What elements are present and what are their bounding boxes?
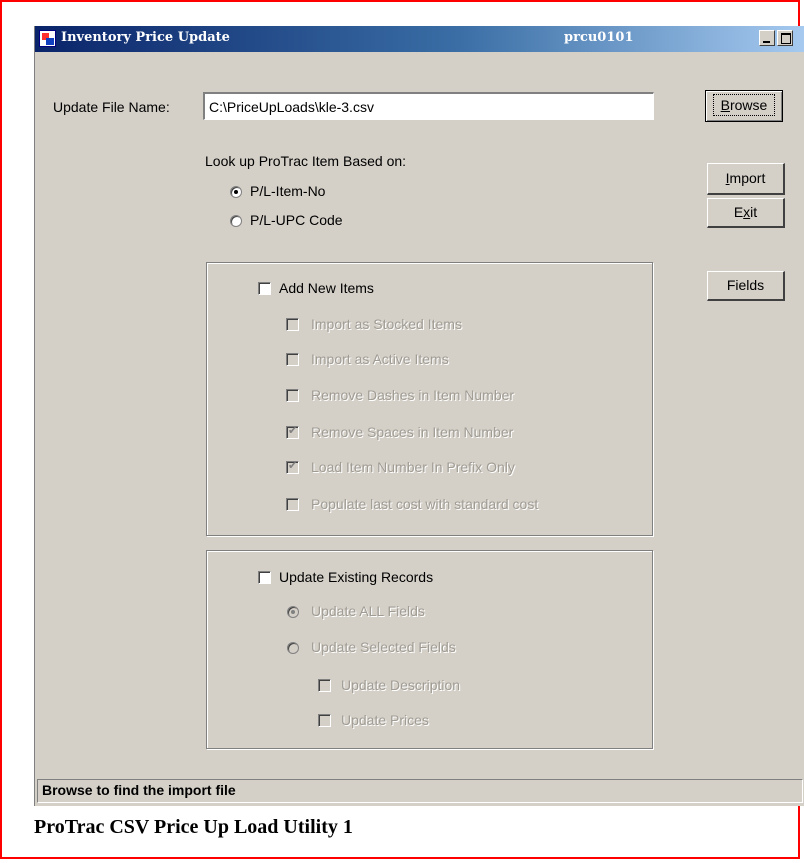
import-active-label: Import as Active Items <box>311 351 449 367</box>
app-icon <box>39 30 56 47</box>
update-description-label: Update Description <box>341 677 461 693</box>
update-existing-label: Update Existing Records <box>279 569 434 585</box>
import-stocked-checkbox[interactable] <box>286 318 299 331</box>
update-description-checkbox[interactable] <box>318 679 331 692</box>
lookup-heading: Look up ProTrac Item Based on: <box>205 153 407 169</box>
update-all-fields-label: Update ALL Fields <box>311 603 425 619</box>
exit-button[interactable]: Exit <box>707 198 785 228</box>
add-new-items-label: Add New Items <box>279 280 374 296</box>
update-all-fields-radio[interactable] <box>287 606 299 618</box>
populate-last-cost-checkbox[interactable] <box>286 498 299 511</box>
populate-last-cost-label: Populate last cost with standard cost <box>311 496 539 512</box>
update-selected-fields-radio[interactable] <box>287 642 299 654</box>
file-name-label: Update File Name: <box>53 99 170 115</box>
minimize-button[interactable] <box>759 30 775 46</box>
remove-spaces-label: Remove Spaces in Item Number <box>311 424 514 440</box>
radio-item-no-label: P/L-Item-No <box>250 183 326 199</box>
prefix-only-label: Load Item Number In Prefix Only <box>311 459 515 475</box>
update-prices-label: Update Prices <box>341 712 429 728</box>
radio-upc-code[interactable] <box>230 215 242 227</box>
remove-dashes-checkbox[interactable] <box>286 389 299 402</box>
import-button[interactable]: Import <box>707 163 785 195</box>
title-bar[interactable]: Inventory Price Update prcu0101 <box>35 26 804 52</box>
maximize-button[interactable] <box>777 30 793 46</box>
program-code: prcu0101 <box>564 30 634 45</box>
update-prices-checkbox[interactable] <box>318 714 331 727</box>
inventory-price-update-window: Inventory Price Update prcu0101 Update F… <box>34 26 804 806</box>
remove-spaces-checkbox[interactable]: ✔ <box>286 425 299 439</box>
file-name-input[interactable] <box>203 92 654 120</box>
figure-caption: ProTrac CSV Price Up Load Utility 1 <box>34 816 353 838</box>
radio-upc-code-label: P/L-UPC Code <box>250 212 343 228</box>
check-mark-icon: ✔ <box>288 425 298 437</box>
import-stocked-label: Import as Stocked Items <box>311 316 462 332</box>
add-new-items-checkbox[interactable] <box>258 282 271 295</box>
browse-button[interactable]: Browse <box>705 90 783 122</box>
radio-item-no[interactable] <box>230 186 242 198</box>
remove-dashes-label: Remove Dashes in Item Number <box>311 387 515 403</box>
import-active-checkbox[interactable] <box>286 353 299 366</box>
update-existing-checkbox[interactable] <box>258 571 271 584</box>
update-selected-fields-label: Update Selected Fields <box>311 639 456 655</box>
fields-button[interactable]: Fields <box>707 271 785 301</box>
prefix-only-checkbox[interactable]: ✔ <box>286 460 299 474</box>
status-bar: Browse to find the import file <box>37 779 803 803</box>
check-mark-icon: ✔ <box>288 460 298 472</box>
window-title: Inventory Price Update <box>61 30 230 45</box>
